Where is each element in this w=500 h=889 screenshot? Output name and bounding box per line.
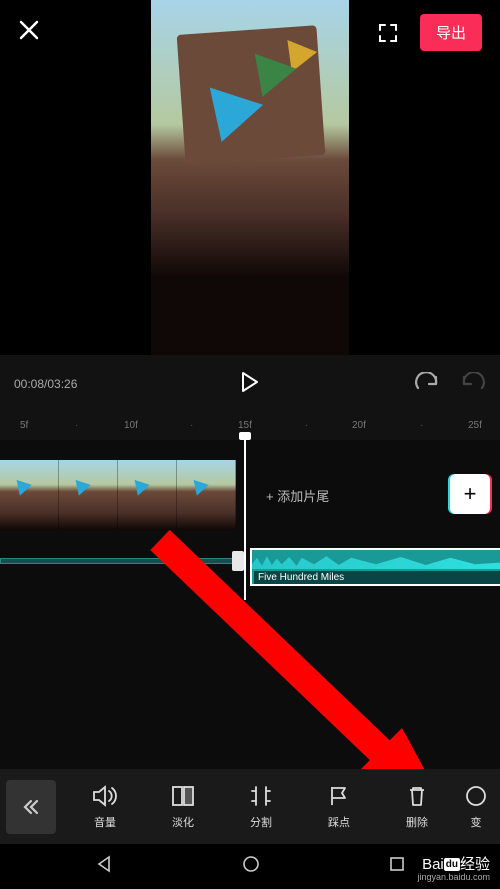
- clip-thumbnail[interactable]: [177, 460, 236, 530]
- tool-label: 淡化: [172, 814, 194, 830]
- tool-split[interactable]: 分割: [222, 784, 300, 830]
- undo-icon: [414, 372, 440, 392]
- fade-icon: [171, 785, 195, 807]
- clip-thumbnail[interactable]: [0, 460, 59, 530]
- clip-thumbnail[interactable]: [59, 460, 118, 530]
- video-track[interactable]: [0, 460, 236, 530]
- redo-button[interactable]: [460, 372, 486, 397]
- tool-label: 踩点: [328, 814, 350, 830]
- audio-waveform: [252, 553, 500, 569]
- speed-icon: [465, 785, 487, 807]
- flag-icon: [328, 785, 350, 807]
- tool-fade[interactable]: 淡化: [144, 784, 222, 830]
- playback-bar: 00:08/03:26: [0, 360, 500, 408]
- audio-gap: [0, 558, 238, 564]
- ruler-mark: 15f: [238, 420, 252, 431]
- tool-volume[interactable]: 音量: [66, 784, 144, 830]
- audio-track[interactable]: Five Hundred Miles: [0, 544, 500, 584]
- time-display: 00:08/03:26: [14, 377, 77, 391]
- timeline[interactable]: + 添加片尾 + Five Hundred Miles: [0, 440, 500, 770]
- playhead[interactable]: [244, 435, 246, 600]
- audio-clip[interactable]: Five Hundred Miles: [250, 548, 500, 586]
- play-button[interactable]: [240, 371, 260, 398]
- tool-beat[interactable]: 踩点: [300, 784, 378, 830]
- close-icon: [18, 19, 40, 41]
- edit-toolbar: 音量 淡化 分割 踩点 删除 变: [0, 769, 500, 844]
- tool-label: 音量: [94, 814, 116, 830]
- nav-home-button[interactable]: [241, 854, 261, 879]
- square-recent-icon: [388, 855, 406, 873]
- tool-speed[interactable]: 变: [456, 784, 496, 830]
- tool-delete[interactable]: 删除: [378, 784, 456, 830]
- plus-icon: +: [464, 481, 477, 507]
- tool-label: 分割: [250, 814, 272, 830]
- export-button[interactable]: 导出: [420, 14, 482, 51]
- collapse-toolbar-button[interactable]: [6, 780, 56, 834]
- chevron-left-double-icon: [22, 798, 40, 816]
- audio-clip-handle[interactable]: [232, 551, 244, 571]
- trash-icon: [407, 785, 427, 807]
- audio-clip-name: Five Hundred Miles: [254, 571, 500, 584]
- add-clip-button[interactable]: +: [450, 474, 490, 514]
- fullscreen-icon: [378, 23, 398, 43]
- add-ending-button[interactable]: + 添加片尾: [250, 460, 329, 530]
- close-button[interactable]: [18, 17, 40, 48]
- fullscreen-button[interactable]: [378, 23, 398, 43]
- volume-icon: [92, 785, 118, 807]
- play-icon: [240, 371, 260, 393]
- triangle-back-icon: [94, 854, 114, 874]
- tool-label: 删除: [406, 814, 428, 830]
- top-bar: 导出: [0, 0, 500, 65]
- ruler-mark: 5f: [20, 420, 28, 431]
- clip-thumbnail[interactable]: [118, 460, 177, 530]
- nav-recent-button[interactable]: [388, 855, 406, 878]
- split-icon: [249, 785, 273, 807]
- ruler-mark: 25f: [468, 420, 482, 431]
- nav-back-button[interactable]: [94, 854, 114, 879]
- tool-label: 变: [471, 814, 482, 830]
- redo-icon: [460, 372, 486, 392]
- ruler-mark: 10f: [124, 420, 138, 431]
- watermark: Baidu经验 jingyan.baidu.com: [417, 857, 490, 883]
- ruler-mark: 20f: [352, 420, 366, 431]
- circle-home-icon: [241, 854, 261, 874]
- undo-button[interactable]: [414, 372, 440, 397]
